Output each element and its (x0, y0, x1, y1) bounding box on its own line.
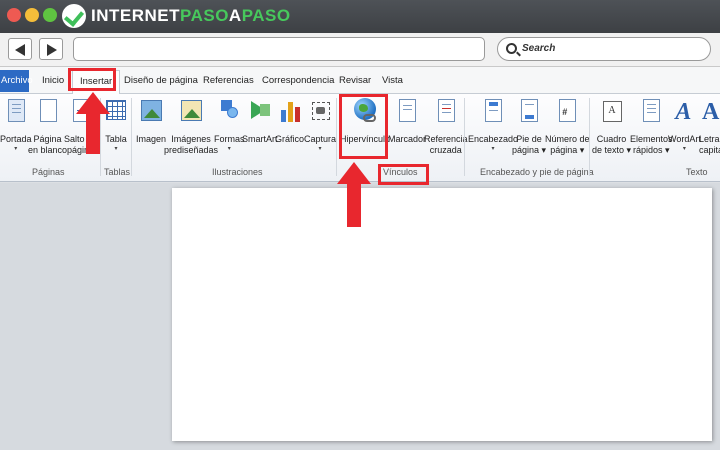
encabezado-label: Encabezado (468, 134, 519, 144)
red-arrow-up-icon (76, 92, 110, 154)
formas-button[interactable]: Formas ▾ (214, 98, 245, 153)
group-label-tablas: Tablas (104, 167, 131, 177)
search-placeholder: Search (522, 43, 556, 54)
imagenes-predisenadas-label: Imágenes prediseñadas (164, 134, 219, 155)
maximize-window-button[interactable] (43, 8, 57, 22)
browser-nav-bar: Search (0, 33, 720, 67)
picture-icon (139, 98, 163, 128)
group-separator (131, 98, 132, 176)
numero-de-pagina-label: Número de página ▾ (545, 134, 590, 155)
document-page[interactable] (172, 188, 712, 441)
captura-dropdown-icon: ▾ (318, 146, 322, 152)
encabezado-button[interactable]: Encabezado ▾ (468, 98, 518, 153)
wordart-dropdown-icon: ▾ (682, 146, 686, 152)
cover-page-icon (4, 98, 28, 128)
group-label-texto: Texto (686, 167, 708, 177)
referencia-cruzada-button[interactable]: Referencia cruzada (424, 98, 468, 156)
shapes-icon (217, 98, 241, 128)
portada-button[interactable]: Portada ▾ (0, 98, 32, 153)
back-button[interactable] (8, 38, 32, 60)
group-separator (464, 98, 465, 176)
tabla-dropdown-icon: ▾ (114, 146, 118, 152)
tab-correspondencia[interactable]: Correspondencia (262, 75, 334, 86)
forward-button[interactable] (39, 38, 63, 60)
group-label-encabezado: Encabezado y pie de página (480, 167, 594, 177)
group-label-paginas: Páginas (32, 167, 65, 177)
search-input[interactable]: Search (497, 37, 711, 61)
clip-art-icon (179, 98, 203, 128)
imagen-button[interactable]: Imagen (136, 98, 166, 145)
checkmark-logo-icon (62, 4, 86, 28)
quick-parts-icon (639, 98, 663, 128)
arrow-right-icon (47, 44, 57, 56)
screenshot-icon (308, 98, 332, 128)
marcador-label: Marcador (388, 134, 427, 144)
arrow-left-icon (15, 44, 25, 56)
numero-de-pagina-button[interactable]: # Número de página ▾ (545, 98, 590, 156)
highlight-insertar-tab (68, 68, 116, 91)
logo-text-paso-2: PASO (241, 6, 291, 25)
captura-label: Captura (304, 134, 337, 144)
logo-text-paso: PASO (180, 6, 229, 25)
text-box-icon: A (600, 98, 624, 128)
tab-diseno-de-pagina[interactable]: Diseño de página (124, 75, 198, 86)
formas-dropdown-icon: ▾ (227, 146, 231, 152)
wordart-icon: A (675, 99, 692, 125)
red-arrow-up-icon (337, 162, 371, 227)
group-label-ilustraciones: Ilustraciones (212, 167, 263, 177)
cross-reference-icon (434, 98, 458, 128)
wordart-label: WordArt (668, 134, 701, 144)
smartart-button[interactable]: SmartArt (242, 98, 278, 145)
blank-page-icon (36, 98, 60, 128)
tab-referencias[interactable]: Referencias (203, 75, 254, 86)
search-icon (506, 43, 517, 54)
pagina-en-blanco-label: Página en blanco (28, 134, 68, 155)
header-icon (481, 98, 505, 128)
drop-cap-icon: A (702, 99, 720, 125)
pie-de-pagina-button[interactable]: Pie de página ▾ (512, 98, 546, 156)
cuadro-de-texto-label: Cuadro de texto ▾ (592, 134, 632, 155)
portada-dropdown-icon: ▾ (14, 146, 18, 152)
group-separator (589, 98, 590, 176)
site-logo: INTERNETPASOAPASO (62, 4, 291, 28)
elementos-rapidos-label: Elementos rápidos ▾ (630, 134, 673, 155)
imagenes-predisenadas-button[interactable]: Imágenes prediseñadas (164, 98, 218, 156)
highlight-hipervinculo-button (339, 94, 388, 159)
tab-vista[interactable]: Vista (382, 75, 403, 86)
address-bar[interactable] (73, 37, 485, 61)
encabezado-dropdown-icon: ▾ (491, 146, 495, 152)
elementos-rapidos-button[interactable]: Elementos rápidos ▾ (630, 98, 673, 156)
smartart-label: SmartArt (242, 134, 278, 144)
portada-label: Portada (0, 134, 32, 144)
browser-title-bar: INTERNETPASOAPASO (0, 0, 720, 33)
chart-icon (278, 98, 302, 128)
letra-capital-label: Letra capital (699, 134, 720, 155)
captura-button[interactable]: Captura ▾ (304, 98, 336, 153)
letra-capital-button[interactable]: A Letra capital (699, 98, 720, 156)
highlight-vinculos-group (378, 164, 429, 185)
site-logo-text: INTERNETPASOAPASO (91, 6, 291, 26)
tab-inicio[interactable]: Inicio (42, 75, 64, 86)
footer-icon (517, 98, 541, 128)
formas-label: Formas (214, 134, 245, 144)
tab-archivo[interactable]: Archivo (0, 70, 33, 92)
smartart-icon (248, 98, 272, 128)
imagen-label: Imagen (136, 134, 167, 144)
logo-text-a: A (228, 6, 242, 25)
pie-de-pagina-label: Pie de página ▾ (512, 134, 547, 155)
bookmark-icon (395, 98, 419, 128)
grafico-button[interactable]: Gráfico (275, 98, 304, 145)
page-number-icon: # (555, 98, 579, 128)
pagina-en-blanco-button[interactable]: Página en blanco (28, 98, 67, 156)
cuadro-de-texto-button[interactable]: A Cuadro de texto ▾ (592, 98, 631, 156)
logo-text-internet: INTERNET (91, 6, 180, 25)
referencia-cruzada-label: Referencia cruzada (424, 134, 468, 155)
wordart-button[interactable]: A WordArt ▾ (668, 98, 701, 153)
marcador-button[interactable]: Marcador (388, 98, 426, 145)
close-window-button[interactable] (7, 8, 21, 22)
grafico-label: Gráfico (275, 134, 305, 144)
minimize-window-button[interactable] (25, 8, 39, 22)
tab-revisar[interactable]: Revisar (339, 75, 371, 86)
